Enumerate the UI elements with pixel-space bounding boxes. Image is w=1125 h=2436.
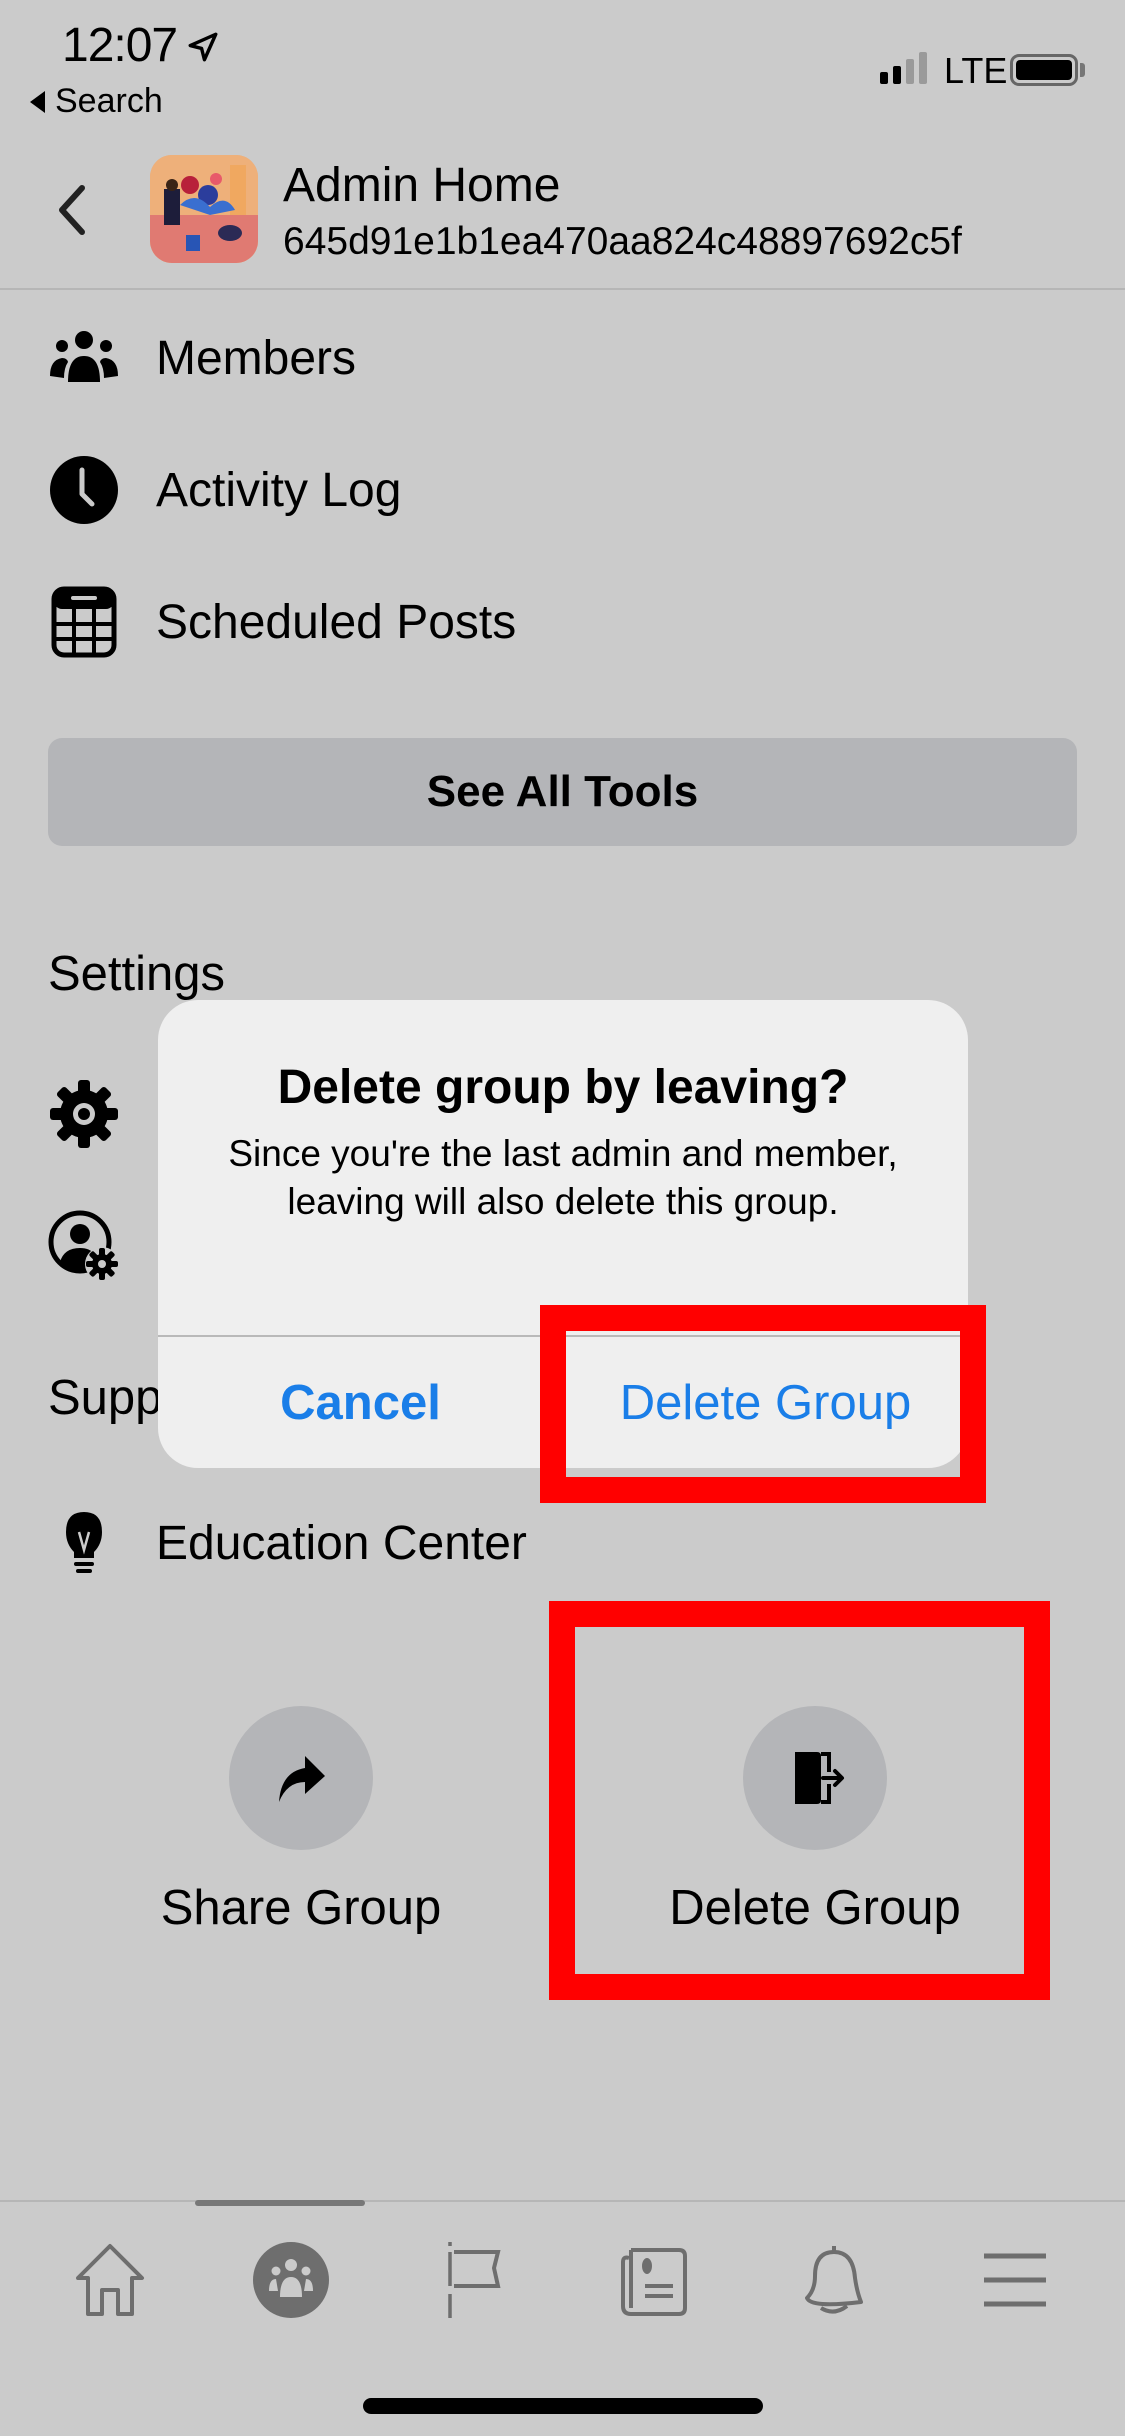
tab-bar-divider <box>0 2200 1125 2202</box>
newspaper-icon <box>620 2248 687 2316</box>
home-indicator <box>363 2398 763 2414</box>
tool-item-activity-log[interactable]: Activity Log <box>48 450 401 530</box>
tab-groups[interactable] <box>231 2230 351 2330</box>
person-gear-icon <box>48 1210 120 1282</box>
clock-icon <box>48 454 120 526</box>
back-triangle-icon <box>30 90 45 113</box>
share-group-button[interactable]: Share Group <box>136 1706 466 1936</box>
header-divider <box>0 288 1125 290</box>
alert-cancel-button[interactable]: Cancel <box>158 1337 563 1468</box>
page-title: Admin Home <box>283 159 561 212</box>
tab-pages[interactable] <box>412 2230 532 2330</box>
tool-label: Activity Log <box>156 463 402 517</box>
menu-icon <box>983 2253 1046 2307</box>
battery-cap <box>1080 63 1085 77</box>
tab-news[interactable] <box>593 2230 713 2330</box>
tab-home[interactable] <box>50 2230 170 2330</box>
back-app-label: Search <box>55 82 163 120</box>
chevron-left-icon[interactable] <box>52 180 92 240</box>
see-all-tools-button[interactable]: See All Tools <box>48 738 1077 846</box>
bottom-tab-bar <box>0 2230 1125 2330</box>
tool-item-scheduled-posts[interactable]: Scheduled Posts <box>48 582 516 662</box>
back-to-app-link[interactable]: Search <box>30 82 163 121</box>
calendar-icon <box>48 586 120 658</box>
flag-icon <box>448 2242 501 2318</box>
location-arrow-icon <box>188 32 218 62</box>
settings-heading: Settings <box>48 947 226 1001</box>
action-label: Delete Group <box>669 1881 961 1935</box>
groups-icon <box>253 2242 330 2318</box>
tab-notifications[interactable] <box>774 2230 894 2330</box>
support-label: Education Center <box>156 1516 527 1570</box>
battery-icon <box>1010 54 1078 86</box>
members-icon <box>48 322 120 394</box>
action-label: Share Group <box>160 1881 442 1935</box>
bell-icon <box>804 2246 863 2314</box>
group-cover-illustration <box>150 155 258 263</box>
alert-delete-group-button[interactable]: Delete Group <box>563 1337 968 1468</box>
group-avatar[interactable] <box>150 155 258 263</box>
network-type: LTE <box>944 50 1008 91</box>
signal-strength-icon <box>880 52 927 84</box>
home-icon <box>76 2244 145 2316</box>
alert-message: Since you're the last admin and member, … <box>228 1133 898 1222</box>
support-item-education-center[interactable]: Education Center <box>48 1503 527 1583</box>
active-tab-indicator <box>195 2200 365 2206</box>
gear-icon <box>48 1078 120 1150</box>
delete-group-alert: Delete group by leaving? Since you're th… <box>158 1000 968 1468</box>
tool-label: Scheduled Posts <box>156 595 517 649</box>
settings-item-group-settings[interactable] <box>48 1074 120 1154</box>
group-id: 645d91e1b1ea470aa824c48897692c5f <box>283 220 962 263</box>
tool-item-members[interactable]: Members <box>48 318 356 398</box>
settings-item-admin-settings[interactable] <box>48 1206 120 1286</box>
alert-title: Delete group by leaving? <box>277 1061 849 1114</box>
lightbulb-icon <box>48 1507 120 1579</box>
tab-menu[interactable] <box>955 2230 1075 2330</box>
status-time: 12:07 <box>62 19 178 72</box>
exit-door-icon <box>743 1706 887 1850</box>
share-arrow-icon <box>229 1706 373 1850</box>
tool-label: Members <box>156 331 357 385</box>
delete-group-button[interactable]: Delete Group <box>650 1706 980 1936</box>
